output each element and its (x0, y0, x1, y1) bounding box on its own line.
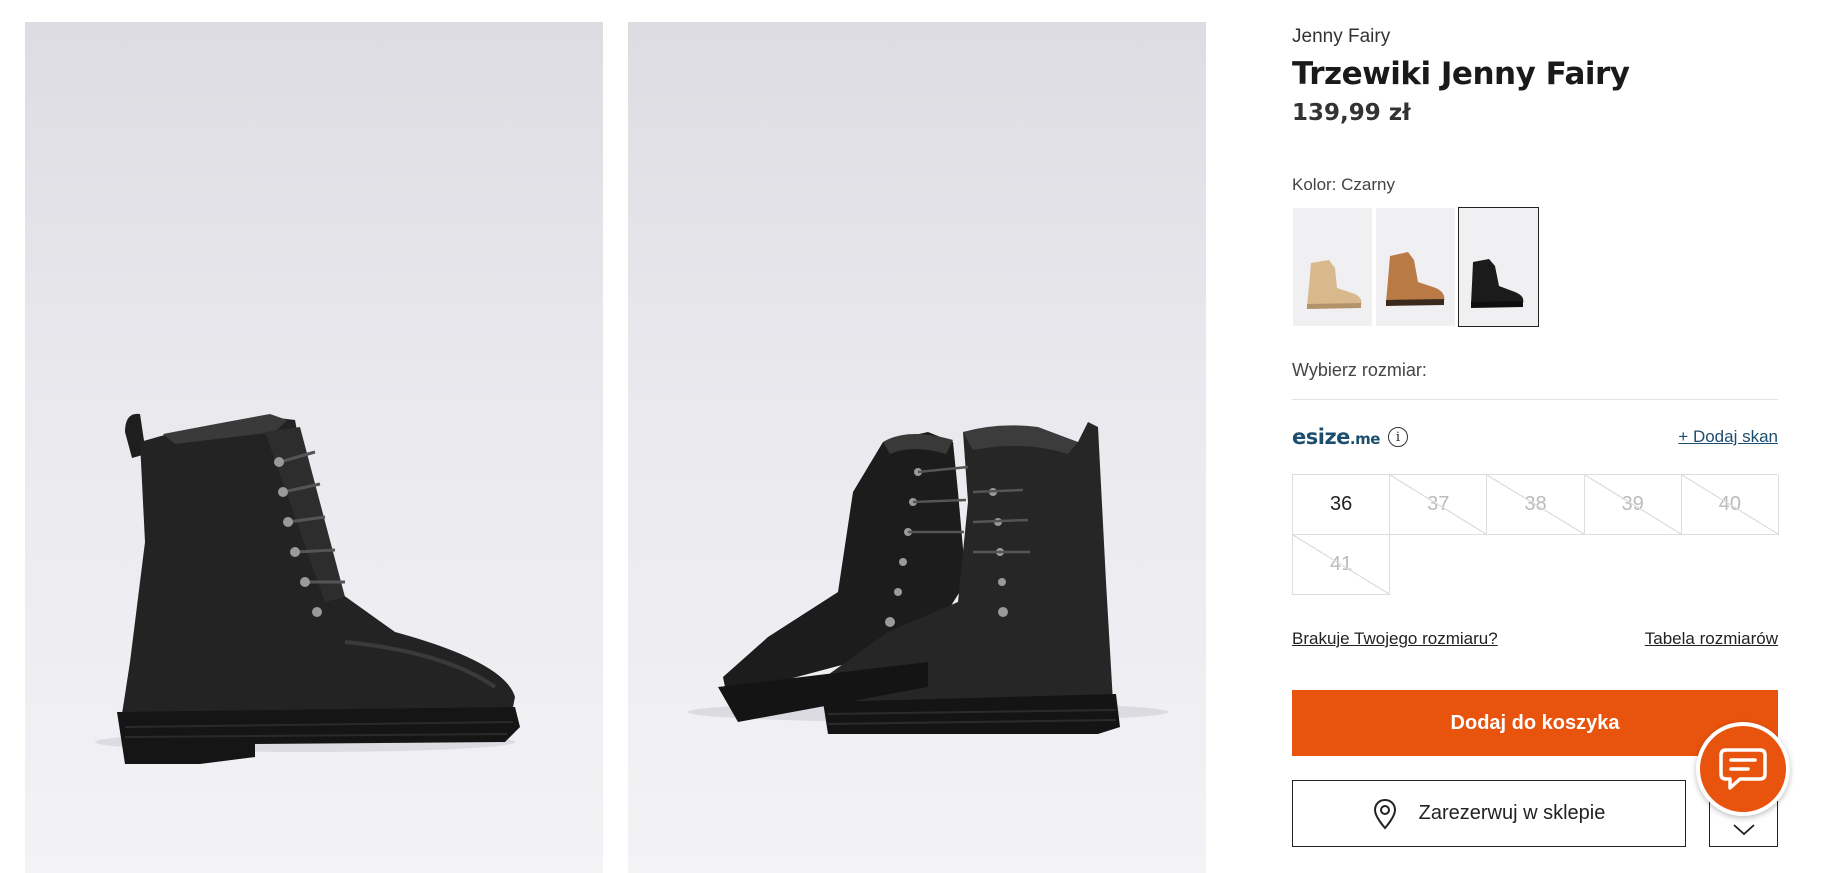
chat-icon (1719, 748, 1767, 790)
boot-thumbnail-black (1471, 259, 1524, 308)
size-option-40[interactable]: 40 (1681, 475, 1779, 535)
product-brand[interactable]: Jenny Fairy (1292, 26, 1390, 48)
boot-thumbnail-beige (1307, 260, 1362, 309)
chevron-down-icon (1732, 824, 1755, 836)
divider (1292, 399, 1778, 400)
boot-pair-illustration (688, 422, 1168, 734)
size-option-37[interactable]: 37 (1390, 475, 1488, 535)
product-image-pair[interactable] (628, 22, 1206, 873)
color-label: Kolor: Czarny (1292, 175, 1395, 194)
reserve-in-store-button[interactable]: Zarezerwuj w sklepie (1292, 780, 1686, 847)
location-pin-icon (1373, 798, 1396, 829)
product-title: Trzewiki Jenny Fairy (1292, 56, 1630, 92)
size-label: Wybierz rozmiar: (1292, 360, 1427, 380)
size-table-link[interactable]: Tabela rozmiarów (1645, 629, 1778, 649)
size-option-38[interactable]: 38 (1487, 475, 1585, 535)
add-scan-link[interactable]: + Dodaj skan (1678, 427, 1778, 447)
product-price: 139,99 zł (1292, 100, 1411, 126)
boot-side-illustration (95, 413, 520, 764)
boot-thumbnail-brown (1386, 252, 1445, 306)
reserve-label: Zarezerwuj w sklepie (1418, 802, 1606, 824)
color-swatch-brown[interactable] (1375, 207, 1456, 327)
color-swatch-beige[interactable] (1292, 207, 1373, 327)
missing-size-link[interactable]: Brakuje Twojego rozmiaru? (1292, 629, 1498, 649)
size-option-41[interactable]: 41 (1293, 535, 1391, 595)
size-grid: 36 37 38 39 40 41 (1292, 474, 1779, 595)
size-option-39[interactable]: 39 (1584, 475, 1682, 535)
color-swatch-black[interactable] (1458, 207, 1539, 327)
product-image-side[interactable] (25, 22, 603, 873)
esize-logo: esize.me (1292, 425, 1380, 449)
size-option-36[interactable]: 36 (1293, 475, 1391, 535)
esize-widget[interactable]: esize.me i (1292, 425, 1408, 449)
color-swatches (1292, 207, 1539, 327)
chat-button[interactable] (1696, 722, 1790, 816)
info-icon[interactable]: i (1387, 427, 1408, 447)
